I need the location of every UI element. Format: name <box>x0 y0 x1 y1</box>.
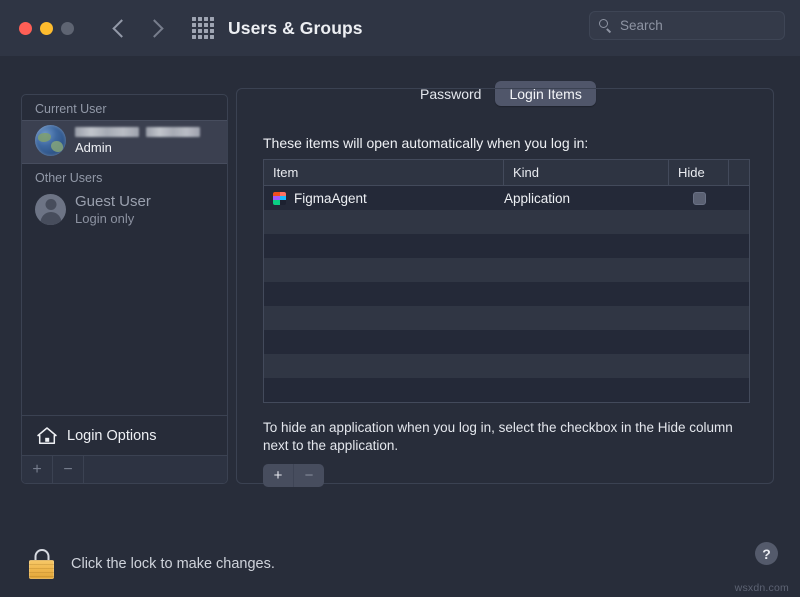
table-row-empty[interactable] <box>264 282 749 306</box>
login-items-panel: These items will open automatically when… <box>236 88 774 484</box>
window-titlebar: Users & Groups Search <box>0 0 800 56</box>
table-header-row: Item Kind Hide <box>264 160 749 186</box>
table-row-empty[interactable] <box>264 234 749 258</box>
guest-user-role: Login only <box>75 211 151 226</box>
cell-hide <box>669 186 729 210</box>
cell-spacer <box>729 186 749 210</box>
table-row-empty[interactable] <box>264 354 749 378</box>
add-user-button[interactable]: + <box>22 456 53 483</box>
chevron-left-icon <box>112 19 130 37</box>
group-label-current-user: Current User <box>22 95 227 120</box>
column-header-hide[interactable]: Hide <box>669 160 729 185</box>
column-header-spacer <box>729 160 749 185</box>
remove-login-item-button[interactable]: − <box>293 464 324 487</box>
guest-user-name: Guest User <box>75 193 151 211</box>
figma-icon <box>273 192 286 205</box>
login-options-label: Login Options <box>67 428 156 444</box>
search-field[interactable]: Search <box>589 11 785 40</box>
sidebar-add-remove-bar: + − <box>22 455 227 483</box>
hide-column-hint: To hide an application when you log in, … <box>263 419 743 455</box>
zoom-button[interactable] <box>61 22 74 35</box>
add-remove-login-item-bar: + − <box>263 464 324 487</box>
table-row-empty[interactable] <box>264 330 749 354</box>
remove-user-button[interactable]: − <box>53 456 84 483</box>
lock-closed-icon[interactable] <box>28 549 55 579</box>
table-row-empty[interactable] <box>264 306 749 330</box>
navigation-buttons <box>115 22 161 35</box>
panel-intro-text: These items will open automatically when… <box>263 135 588 151</box>
search-icon <box>599 19 612 32</box>
cell-item: FigmaAgent <box>264 186 504 210</box>
traffic-light-buttons <box>19 22 74 35</box>
table-row-empty[interactable] <box>264 378 749 402</box>
login-items-table: Item Kind Hide FigmaAgent Application <box>263 159 750 403</box>
minimize-button[interactable] <box>40 22 53 35</box>
chevron-right-icon <box>145 19 163 37</box>
cell-kind: Application <box>504 186 669 210</box>
column-header-kind[interactable]: Kind <box>504 160 669 185</box>
column-header-item[interactable]: Item <box>264 160 504 185</box>
globe-avatar-icon <box>35 125 66 156</box>
hide-checkbox[interactable] <box>693 192 706 205</box>
person-avatar-icon <box>35 194 66 225</box>
table-row-empty[interactable] <box>264 210 749 234</box>
current-user-role: Admin <box>75 140 200 155</box>
page-title: Users & Groups <box>228 18 363 39</box>
group-label-other-users: Other Users <box>22 164 227 189</box>
forward-button[interactable] <box>148 22 161 35</box>
home-icon <box>36 426 58 445</box>
redacted-user-name <box>75 127 200 137</box>
back-button[interactable] <box>115 22 128 35</box>
watermark: wsxdn.com <box>735 582 789 594</box>
lock-hint-text: Click the lock to make changes. <box>71 556 275 572</box>
table-row[interactable]: FigmaAgent Application <box>264 186 749 210</box>
show-all-icon[interactable] <box>192 17 214 39</box>
search-placeholder: Search <box>620 18 663 33</box>
sidebar-item-login-options[interactable]: Login Options <box>22 415 227 455</box>
lock-row[interactable]: Click the lock to make changes. <box>28 549 275 579</box>
sidebar-item-current-user[interactable]: Admin <box>22 120 227 164</box>
users-and-groups-window: Users & Groups Search Current User Admin… <box>0 0 800 597</box>
cell-item-label: FigmaAgent <box>294 191 367 206</box>
users-sidebar: Current User Admin Other Users Guest Use… <box>21 94 228 484</box>
sidebar-item-guest-user[interactable]: Guest User Login only <box>22 189 227 233</box>
table-row-empty[interactable] <box>264 258 749 282</box>
add-login-item-button[interactable]: + <box>263 464 293 487</box>
close-button[interactable] <box>19 22 32 35</box>
help-button[interactable]: ? <box>755 542 778 565</box>
